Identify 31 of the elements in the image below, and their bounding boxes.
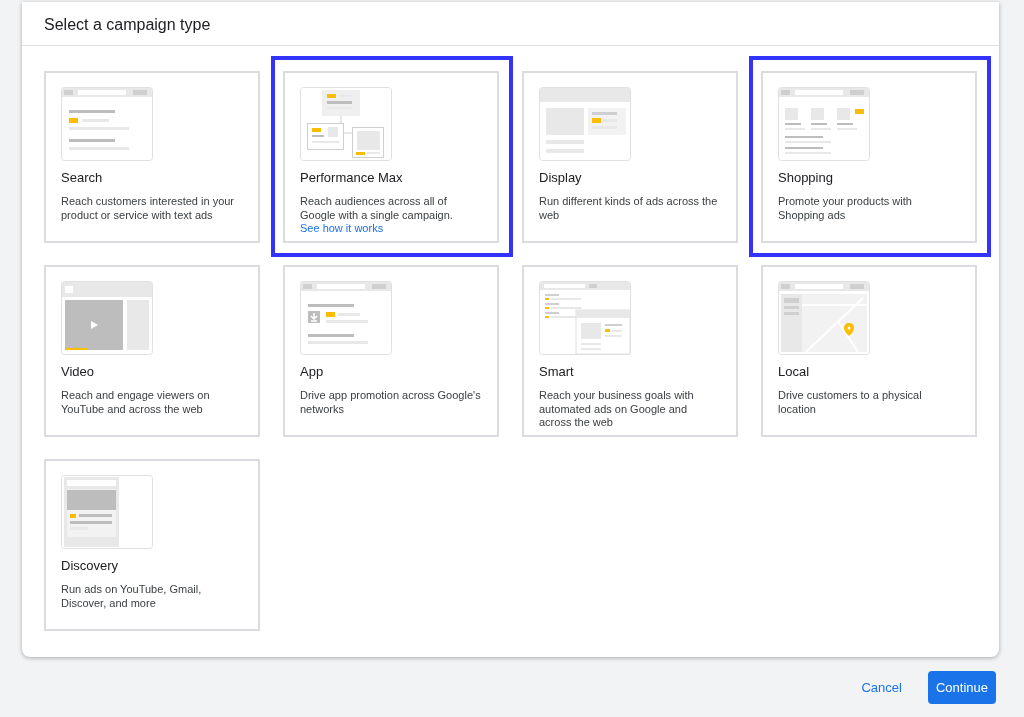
card-description: Drive app promotion across Google's networks (300, 389, 482, 416)
card-title: Local (778, 364, 811, 379)
cancel-button[interactable]: Cancel (853, 670, 910, 704)
card-description: Reach your business goals with automated ads on Google and across the web (539, 389, 695, 430)
card-description: Promote your products with Shopping ads (778, 195, 913, 222)
campaign-type-card[interactable]: Search Reach customers interested in your product or service with text ads (44, 71, 260, 243)
card-description: Reach audiences across all of Google with a single campaign. See how it works (300, 195, 454, 236)
campaign-type-card[interactable]: Video Reach and engage viewers on YouTube and across the web (44, 265, 260, 437)
continue-button[interactable]: Continue (927, 670, 996, 704)
card-description: Reach and engage viewers on YouTube and across the web (61, 389, 211, 416)
campaign-type-card[interactable]: Display Run different kinds of ads across the web (522, 71, 738, 243)
campaign-type-card[interactable]: App Drive app promotion across Google's networks (283, 265, 499, 437)
card-description: Run different kinds of ads across the web (539, 195, 719, 222)
campaign-type-card[interactable]: Discovery Run ads on YouTube, Gmail, Discover, and more (44, 459, 260, 631)
card-description: Run ads on YouTube, Gmail, Discover, and more (61, 583, 203, 610)
card-title: Video (61, 364, 95, 379)
see-how-link[interactable]: See how it works (300, 222, 384, 234)
card-title: Discovery (61, 558, 120, 573)
campaign-type-card[interactable]: Local Drive customers to a physical location (761, 265, 977, 437)
card-description: Drive customers to a physical location (778, 389, 923, 416)
card-title: Display (539, 170, 583, 185)
campaign-type-card[interactable]: Shopping Promote your products with Shopping ads (761, 71, 977, 243)
campaign-type-card[interactable]: Performance Max Reach audiences across all of Google with a single campaign. See how it works (283, 71, 499, 243)
card-title: Search (61, 170, 104, 185)
card-title: Smart (539, 364, 575, 379)
card-title: App (300, 364, 325, 379)
card-title: Shopping (778, 170, 834, 185)
campaign-type-card[interactable]: Smart Reach your business goals with automated ads on Google and across the web (522, 265, 738, 437)
card-description: Reach customers interested in your product or service with text ads (61, 195, 236, 222)
card-title: Performance Max (300, 170, 404, 185)
dialog-title: Select a campaign type (44, 16, 212, 34)
